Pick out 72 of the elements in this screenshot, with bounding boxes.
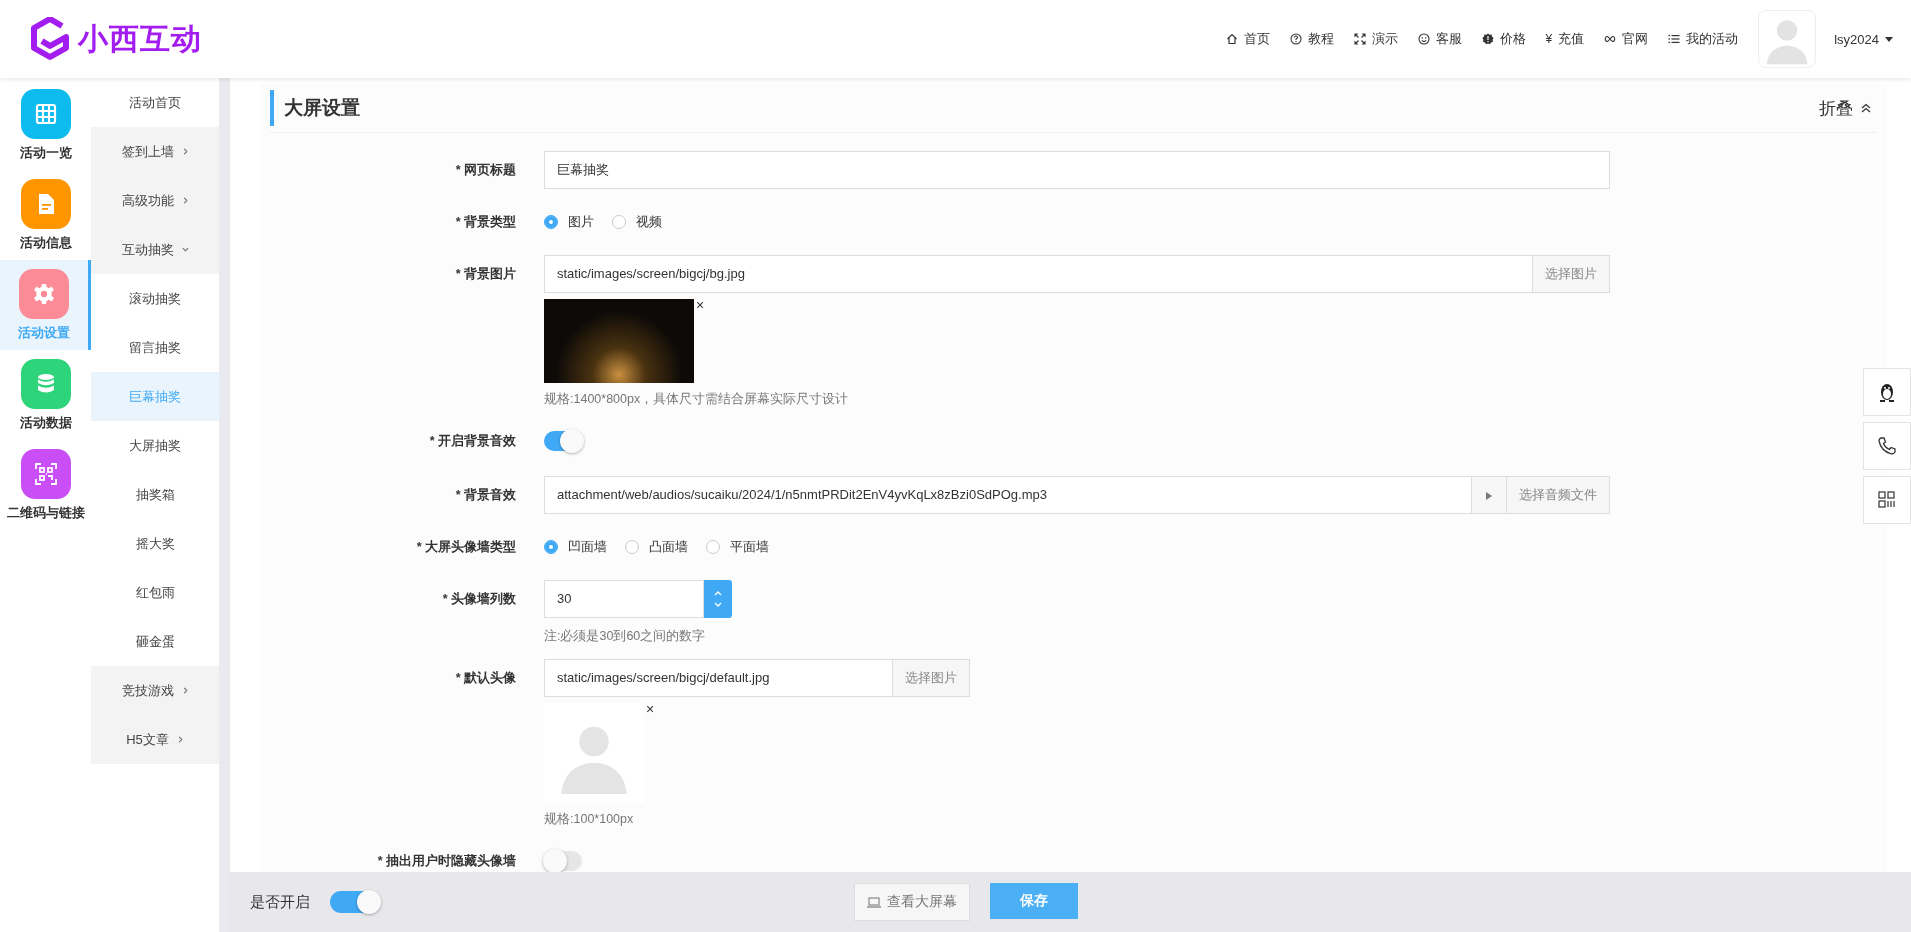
field-label: * 大屏头像墙类型 [415,539,517,556]
chevron-down-icon [181,246,189,253]
nav-link[interactable]: 首页 [1225,30,1270,48]
text-field[interactable]: 巨幕抽奖 [544,151,1610,189]
field-label: * 背景音效 [454,487,517,504]
sub-menu-item[interactable]: 互动抽奖 [91,225,219,274]
radio-option[interactable]: 图片 [544,213,594,231]
nav-link[interactable]: 演示 [1353,30,1398,48]
path-field[interactable]: attachment/web/audios/sucaiku/2024/1/n5nmtPRDit2EnV4yvKqLx8zBzi0SdPOg.mp3 [544,476,1472,514]
nav-link[interactable]: 价格 [1481,30,1526,48]
expand-icon [1353,33,1366,45]
remove-button[interactable]: × [696,299,705,311]
nav-link[interactable]: ¥ 充值 [1545,30,1585,48]
sub-menu-item[interactable]: H5文章 [91,715,219,764]
radio-option[interactable]: 凹面墙 [544,538,607,556]
sub-menu-item[interactable]: 高级功能 [91,176,219,225]
number-field[interactable]: 30 [544,580,704,618]
field-label: * 网页标题 [454,162,517,179]
field-label: * 默认头像 [454,670,517,687]
path-field[interactable]: static/images/screen/bigcj/default.jpg [544,659,893,697]
caret-icon [1885,36,1893,42]
nav-link[interactable]: 教程 [1289,30,1334,48]
main-menu-item[interactable]: 二维码与链接 [0,440,91,530]
radio-option[interactable]: 平面墙 [706,538,769,556]
sub-menu-item[interactable]: 签到上墙 [91,127,219,176]
help-icon [1289,33,1302,45]
collapse-link[interactable]: 折叠 [1819,96,1877,120]
sub-menu-item[interactable]: 竞技游戏 [91,666,219,715]
penguin-icon[interactable] [1863,368,1911,416]
main-menu-item[interactable]: 活动信息 [0,170,91,260]
radio-option[interactable]: 凸面墙 [625,538,688,556]
section-title: 大屏设置 [270,90,360,126]
field-label: * 背景图片 [454,266,517,283]
play-icon [1486,491,1492,500]
note-text: 注:必须是30到60之间的数字 [544,628,707,645]
grid-icon[interactable] [1863,476,1911,524]
infinity-icon [1604,33,1617,45]
radio-option[interactable]: 视频 [612,213,662,231]
home-icon [1225,33,1238,45]
chevron-right-icon [181,687,189,694]
laptop-icon [867,896,881,908]
cube-logo-icon [30,17,70,61]
toggle-switch[interactable] [330,891,380,913]
hint-text: 规格:100*100px [544,811,635,828]
toggle-switch[interactable] [544,851,582,871]
preview-button[interactable]: 查看大屏幕 [854,883,970,921]
path-field[interactable]: static/images/screen/bigcj/bg.jpg [544,255,1533,293]
chevron-right-icon [181,148,189,155]
smiley-icon [1417,33,1430,45]
field-label: * 抽出用户时隐藏头像墙 [376,853,517,870]
spinner-icon[interactable] [704,580,732,618]
user-menu[interactable]: lsy2024 [1834,31,1893,47]
main-menu-item[interactable]: 活动一览 [0,80,91,170]
double-chevron-up-icon [1861,103,1871,113]
badge-icon [1481,33,1494,45]
hint-text: 规格:1400*800px，具体尺寸需结合屏幕实际尺寸设计 [544,391,850,408]
list-icon [1668,33,1681,45]
phone-icon[interactable] [1863,422,1911,470]
enable-label: 是否开启 [250,892,310,912]
field-label: * 开启背景音效 [428,432,517,450]
main-menu-item[interactable]: 活动数据 [0,350,91,440]
nav-link[interactable]: 客服 [1417,30,1462,48]
logo-text: 小西互动 [78,20,202,57]
field-label: * 背景类型 [454,214,517,231]
remove-button[interactable]: × [646,703,655,715]
nav-link[interactable]: 我的活动 [1668,30,1739,48]
chevron-right-icon [181,197,189,204]
field-label: * 头像墙列数 [441,591,517,608]
chevron-right-icon [176,736,184,743]
nav-link[interactable]: 官网 [1604,30,1649,48]
toggle-switch[interactable] [544,431,582,451]
play-button[interactable] [1472,476,1507,514]
